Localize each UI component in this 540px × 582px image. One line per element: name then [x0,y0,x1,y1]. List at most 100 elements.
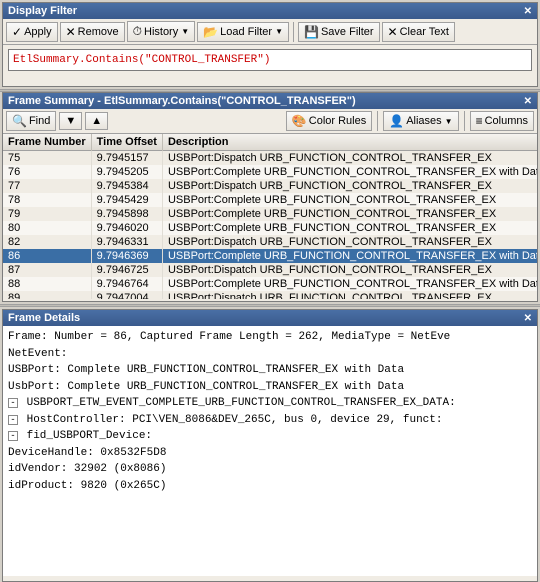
save-filter-button[interactable]: 💾 Save Filter [298,22,380,42]
cell-frame-number: 87 [3,263,91,277]
cell-description: USBPort:Dispatch URB_FUNCTION_CONTROL_TR… [162,151,537,166]
remove-label: Remove [78,26,119,38]
cell-frame-number: 89 [3,291,91,299]
filter-input[interactable] [8,49,532,71]
collapse-icon[interactable]: - [8,415,18,425]
cell-description: USBPort:Complete URB_FUNCTION_CONTROL_TR… [162,193,537,207]
detail-line: NetEvent: [8,346,532,363]
cell-frame-number: 78 [3,193,91,207]
frame-summary-title-text: Frame Summary - EtlSummary.Contains("CON… [8,95,356,107]
detail-line: - HostController: PCI\VEN_8086&DEV_265C,… [8,412,532,429]
cell-description: USBPort:Complete URB_FUNCTION_CONTROL_TR… [162,249,537,263]
display-filter-panel: Display Filter ✕ ✓ Apply ✕ Remove ⏱ Hist… [2,2,538,87]
table-row[interactable]: 829.7946331USBPort:Dispatch URB_FUNCTION… [3,235,537,249]
sort-up-icon: ▲ [91,115,102,127]
display-filter-close[interactable]: ✕ [524,6,532,17]
cell-time-offset: 9.7945384 [91,179,162,193]
filter-input-row [3,45,537,75]
frame-details-close[interactable]: ✕ [524,313,532,324]
frame-table: Frame Number Time Offset Description 759… [3,134,537,299]
save-icon: 💾 [304,25,319,39]
cell-description: USBPort:Dispatch URB_FUNCTION_CONTROL_TR… [162,235,537,249]
col-time-offset[interactable]: Time Offset [91,134,162,151]
col-description[interactable]: Description [162,134,537,151]
frame-summary-panel: Frame Summary - EtlSummary.Contains("CON… [2,92,538,302]
cell-description: USBPort:Complete URB_FUNCTION_CONTROL_TR… [162,165,537,179]
collapse-icon[interactable]: - [8,398,18,408]
frame-table-body: 759.7945157USBPort:Dispatch URB_FUNCTION… [3,151,537,300]
clear-text-button[interactable]: ✕ Clear Text [382,22,455,42]
table-row[interactable]: 889.7946764USBPort:Complete URB_FUNCTION… [3,277,537,291]
save-filter-label: Save Filter [321,26,374,38]
toolbar-sep-2 [377,111,378,131]
display-filter-title-text: Display Filter [8,5,77,17]
load-dropdown-arrow: ▼ [275,27,283,36]
cell-description: USBPort:Dispatch URB_FUNCTION_CONTROL_TR… [162,179,537,193]
detail-line: DeviceHandle: 0x8532F5D8 [8,445,532,462]
table-row[interactable]: 779.7945384USBPort:Dispatch URB_FUNCTION… [3,179,537,193]
aliases-icon: 👤 [389,114,404,128]
cell-frame-number: 76 [3,165,91,179]
table-row[interactable]: 869.7946369USBPort:Complete URB_FUNCTION… [3,249,537,263]
table-row[interactable]: 759.7945157USBPort:Dispatch URB_FUNCTION… [3,151,537,166]
table-row[interactable]: 769.7945205USBPort:Complete URB_FUNCTION… [3,165,537,179]
sort-down-icon: ▼ [65,115,76,127]
cell-description: USBPort:Dispatch URB_FUNCTION_CONTROL_TR… [162,263,537,277]
color-icon: 🎨 [292,114,307,128]
display-filter-title: Display Filter ✕ [3,3,537,19]
cell-time-offset: 9.7945429 [91,193,162,207]
history-label: History [144,26,178,38]
load-filter-button[interactable]: 📂 Load Filter ▼ [197,22,289,42]
cell-time-offset: 9.7945898 [91,207,162,221]
table-row[interactable]: 799.7945898USBPort:Complete URB_FUNCTION… [3,207,537,221]
find-label: Find [29,115,50,127]
cell-time-offset: 9.7946764 [91,277,162,291]
col-frame-number[interactable]: Frame Number [3,134,91,151]
table-row[interactable]: 789.7945429USBPort:Complete URB_FUNCTION… [3,193,537,207]
sort-up-button[interactable]: ▲ [85,112,108,130]
frame-summary-close[interactable]: ✕ [524,96,532,107]
detail-line: - USBPORT_ETW_EVENT_COMPLETE_URB_FUNCTIO… [8,395,532,412]
remove-icon: ✕ [66,25,76,39]
detail-line: idVendor: 32902 (0x8086) [8,461,532,478]
find-button[interactable]: 🔍 Find [6,111,56,131]
columns-button[interactable]: ≡ Columns [470,111,534,131]
table-row[interactable]: 879.7946725USBPort:Dispatch URB_FUNCTION… [3,263,537,277]
color-rules-button[interactable]: 🎨 Color Rules [286,111,372,131]
aliases-label: Aliases [406,115,441,127]
cell-description: USBPort:Dispatch URB_FUNCTION_CONTROL_TR… [162,291,537,299]
cell-time-offset: 9.7945157 [91,151,162,166]
detail-line: USBPort: Complete URB_FUNCTION_CONTROL_T… [8,362,532,379]
divider-2 [0,304,540,307]
apply-button[interactable]: ✓ Apply [6,22,58,42]
cell-frame-number: 77 [3,179,91,193]
history-button[interactable]: ⏱ History ▼ [127,21,196,42]
cell-description: USBPort:Complete URB_FUNCTION_CONTROL_TR… [162,221,537,235]
toolbar-sep-3 [464,111,465,131]
cell-frame-number: 79 [3,207,91,221]
apply-label: Apply [24,26,52,38]
cell-time-offset: 9.7946331 [91,235,162,249]
collapse-icon[interactable]: - [8,431,18,441]
aliases-button[interactable]: 👤 Aliases ▼ [383,111,458,131]
frame-summary-title: Frame Summary - EtlSummary.Contains("CON… [3,93,537,109]
columns-label: Columns [485,115,528,127]
cell-description: USBPort:Complete URB_FUNCTION_CONTROL_TR… [162,207,537,221]
table-row[interactable]: 899.7947004USBPort:Dispatch URB_FUNCTION… [3,291,537,299]
sort-down-button[interactable]: ▼ [59,112,82,130]
cell-time-offset: 9.7946725 [91,263,162,277]
detail-line: UsbPort: Complete URB_FUNCTION_CONTROL_T… [8,379,532,396]
toolbar-sep-1 [293,22,294,42]
table-row[interactable]: 809.7946020USBPort:Complete URB_FUNCTION… [3,221,537,235]
cell-time-offset: 9.7945205 [91,165,162,179]
cell-frame-number: 88 [3,277,91,291]
frame-summary-toolbar: 🔍 Find ▼ ▲ 🎨 Color Rules 👤 Aliases ▼ ≡ C… [3,109,537,134]
color-rules-label: Color Rules [309,115,366,127]
remove-button[interactable]: ✕ Remove [60,22,125,42]
apply-icon: ✓ [12,25,22,39]
history-dropdown-arrow: ▼ [181,27,189,36]
detail-line: idProduct: 9820 (0x265C) [8,478,532,495]
clear-icon: ✕ [388,25,398,39]
frame-table-scroll[interactable]: Frame Number Time Offset Description 759… [3,134,537,299]
frame-details-content[interactable]: Frame: Number = 86, Captured Frame Lengt… [3,326,537,576]
